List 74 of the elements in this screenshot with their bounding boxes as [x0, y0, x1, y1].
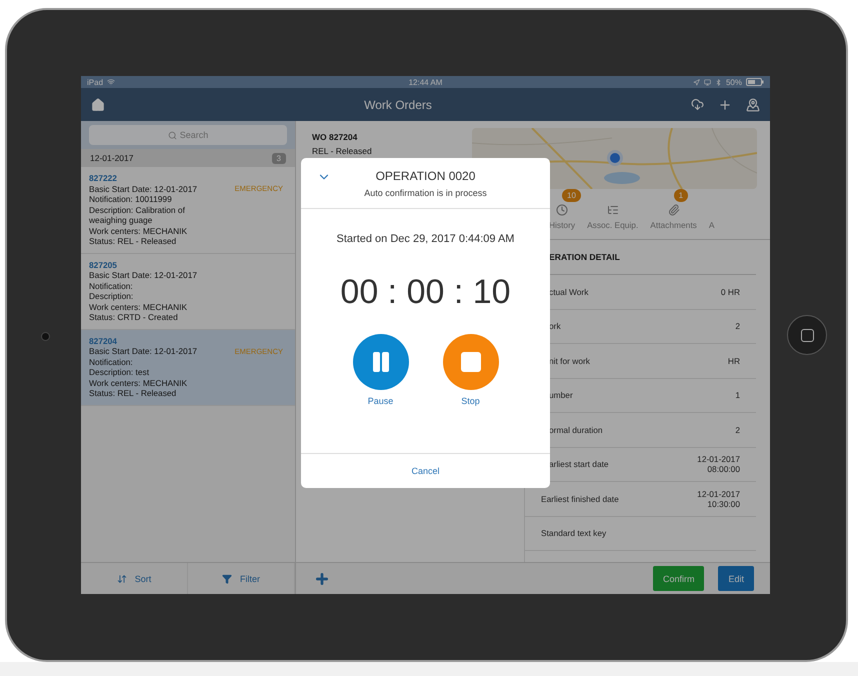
clock-time: 12:44 AM: [408, 78, 442, 86]
order-detail: Notification:: [89, 280, 134, 291]
start-time: Started on Dec 29, 2017 0:44:09 AM: [336, 233, 514, 245]
order-detail: Work centers: MECHANIK: [89, 378, 188, 388]
field-value: 0 HR: [720, 286, 740, 297]
count-badge: 1: [674, 189, 688, 202]
field-value: 12-01-2017 08:00:00: [697, 454, 740, 474]
order-number: 827204: [89, 336, 118, 346]
location-icon: [692, 78, 700, 86]
work-order-item[interactable]: 827205 Basic Start Date: 12-01-2017 Notification: Description: Work centers: MECHANIK Status: CRTD - Created: [81, 254, 295, 330]
order-detail: Description: Calibration of weaighing guage: [89, 204, 186, 226]
order-detail: Notification:: [89, 356, 134, 367]
filter-button[interactable]: Filter: [188, 563, 295, 594]
order-detail: Basic Start Date: 12-01-2017: [89, 346, 198, 356]
sort-button[interactable]: Sort: [81, 563, 188, 594]
edit-button[interactable]: Edit: [718, 566, 754, 591]
count-badge: 10: [562, 189, 581, 202]
wifi-icon: [107, 78, 116, 86]
group-date: 12-01-2017: [90, 153, 134, 163]
bluetooth-icon: [714, 78, 722, 86]
cancel-button[interactable]: Cancel: [301, 453, 550, 488]
hierarchy-icon: [606, 204, 619, 216]
search-field[interactable]: Search: [89, 125, 287, 145]
order-detail: Work centers: MECHANIK: [89, 302, 188, 312]
detail-tab[interactable]: Assoc. Equip.: [587, 204, 638, 230]
add-icon[interactable]: [718, 98, 732, 112]
order-detail: Status: CRTD - Created: [89, 312, 179, 322]
order-number: 827205: [89, 260, 118, 270]
count-badge: 3: [272, 152, 286, 164]
order-detail: Status: REL - Released: [89, 236, 178, 246]
confirm-button[interactable]: Confirm: [652, 566, 704, 591]
cloud-download-icon[interactable]: [691, 98, 704, 111]
add-button[interactable]: [314, 570, 330, 586]
detail-tab[interactable]: A: [708, 220, 714, 230]
order-number: 827222: [89, 173, 118, 184]
camera-icon: [41, 332, 50, 341]
search-icon: [168, 130, 177, 140]
dialog-subtitle: Auto confirmation is in process: [364, 188, 487, 198]
order-detail: Description:: [89, 291, 134, 302]
field-value: 2: [735, 321, 740, 332]
home-button[interactable]: [787, 315, 827, 355]
action-label: Stop: [461, 396, 480, 406]
stop-icon: [458, 350, 482, 374]
order-detail: Status: REL - Released: [89, 388, 178, 398]
field-value: 12-01-2017 10:30:00: [697, 488, 740, 509]
filter-icon: [222, 574, 232, 584]
order-detail: Description: test: [89, 367, 150, 378]
battery-icon: [746, 78, 764, 86]
battery-percent: 50%: [726, 78, 742, 86]
page-title: Work Orders: [363, 98, 433, 112]
screen-mirror-icon: [704, 78, 711, 86]
order-detail: Work centers: MECHANIK: [89, 226, 188, 236]
map-pin-icon[interactable]: [746, 98, 760, 112]
dialog-title: OPERATION 0020: [376, 168, 476, 182]
field-value: 1: [735, 390, 740, 400]
sort-icon: [116, 574, 127, 584]
home-icon[interactable]: [91, 98, 105, 112]
field-value: 2: [735, 424, 740, 435]
order-detail: Notification: 10011999: [89, 194, 173, 204]
order-detail: Basic Start Date: 12-01-2017: [89, 184, 198, 194]
field-label: arliest start date: [549, 459, 609, 470]
order-title: WO 827204: [312, 132, 358, 142]
field-value: HR: [728, 356, 740, 366]
order-detail: Basic Start Date: 12-01-2017: [89, 270, 198, 280]
device-name: iPad: [87, 78, 104, 86]
order-status: REL - Released: [312, 146, 373, 156]
paperclip-icon: [668, 204, 680, 216]
field-label: Standard text key: [541, 528, 606, 538]
field-label: ormal duration: [549, 424, 603, 435]
action-label: Pause: [368, 396, 394, 406]
field-label: umber: [549, 390, 573, 400]
clock-icon: [556, 204, 568, 216]
elapsed-timer: 00 : 00 : 10: [340, 273, 511, 312]
field-label: Earliest finished date: [541, 494, 619, 504]
